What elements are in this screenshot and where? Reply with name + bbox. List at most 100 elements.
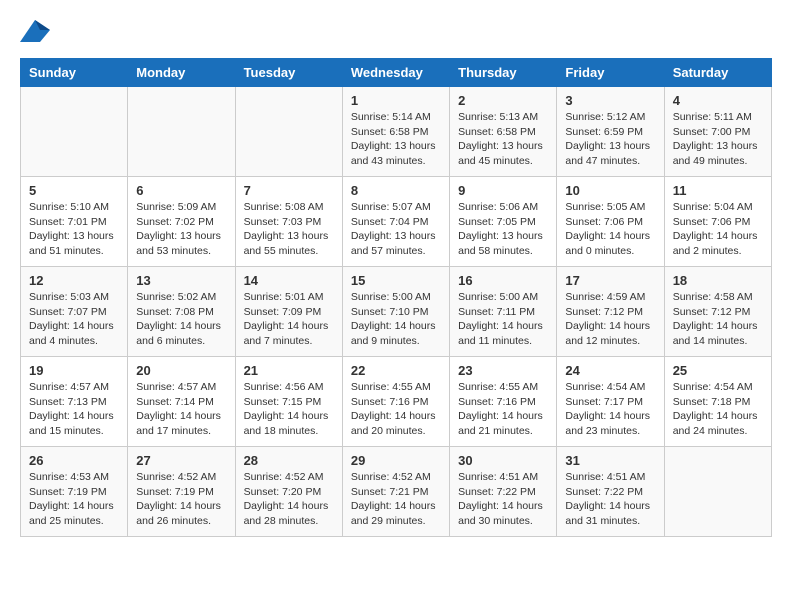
day-info: Sunrise: 5:12 AM Sunset: 6:59 PM Dayligh… [565,110,655,169]
day-info: Sunrise: 4:52 AM Sunset: 7:20 PM Dayligh… [244,470,334,529]
week-row-5: 26 Sunrise: 4:53 AM Sunset: 7:19 PM Dayli… [21,447,772,537]
day-number: 21 [244,363,334,378]
day-info: Sunrise: 5:01 AM Sunset: 7:09 PM Dayligh… [244,290,334,349]
page-header [20,20,772,42]
day-number: 11 [673,183,763,198]
day-number: 20 [136,363,226,378]
day-cell: 21Sunrise: 4:56 AM Sunset: 7:15 PM Dayli… [235,357,342,447]
day-info: Sunrise: 4:53 AM Sunset: 7:19 PM Dayligh… [29,470,119,529]
day-number: 31 [565,453,655,468]
week-row-3: 12 Sunrise: 5:03 AM Sunset: 7:07 PM Dayli… [21,267,772,357]
day-info: Sunrise: 4:54 AM Sunset: 7:18 PM Dayligh… [673,380,763,439]
day-number: 5 [29,183,119,198]
day-cell: 24 Sunrise: 4:54 AM Sunset: 7:17 PM Dayli… [557,357,664,447]
day-cell: 16 Sunrise: 5:00 AM Sunset: 7:11 PM Dayli… [450,267,557,357]
header-row: SundayMondayTuesdayWednesdayThursdayFrid… [21,59,772,87]
day-info: Sunrise: 5:06 AM Sunset: 7:05 PM Dayligh… [458,200,548,259]
day-info: Sunrise: 4:57 AM Sunset: 7:14 PM Dayligh… [136,380,226,439]
day-info: Sunrise: 4:52 AM Sunset: 7:21 PM Dayligh… [351,470,441,529]
day-cell: 15 Sunrise: 5:00 AM Sunset: 7:10 PM Dayli… [342,267,449,357]
day-number: 8 [351,183,441,198]
day-number: 19 [29,363,119,378]
day-cell: 20 Sunrise: 4:57 AM Sunset: 7:14 PM Dayli… [128,357,235,447]
day-number: 1 [351,93,441,108]
day-info: Sunrise: 4:58 AM Sunset: 7:12 PM Dayligh… [673,290,763,349]
day-number: 4 [673,93,763,108]
day-info: Sunrise: 4:54 AM Sunset: 7:17 PM Dayligh… [565,380,655,439]
day-info: Sunrise: 5:02 AM Sunset: 7:08 PM Dayligh… [136,290,226,349]
day-number: 24 [565,363,655,378]
day-number: 29 [351,453,441,468]
day-info: Sunrise: 5:11 AM Sunset: 7:00 PM Dayligh… [673,110,763,169]
calendar-table: SundayMondayTuesdayWednesdayThursdayFrid… [20,58,772,537]
day-number: 18 [673,273,763,288]
day-number: 16 [458,273,548,288]
day-info: Sunrise: 4:55 AM Sunset: 7:16 PM Dayligh… [458,380,548,439]
day-number: 3 [565,93,655,108]
day-cell: 30 Sunrise: 4:51 AM Sunset: 7:22 PM Dayli… [450,447,557,537]
day-cell [21,87,128,177]
day-number: 17 [565,273,655,288]
day-cell [664,447,771,537]
day-info: Sunrise: 5:14 AM Sunset: 6:58 PM Dayligh… [351,110,441,169]
col-header-saturday: Saturday [664,59,771,87]
day-number: 7 [244,183,334,198]
col-header-tuesday: Tuesday [235,59,342,87]
col-header-friday: Friday [557,59,664,87]
day-info: Sunrise: 5:07 AM Sunset: 7:04 PM Dayligh… [351,200,441,259]
day-info: Sunrise: 5:00 AM Sunset: 7:11 PM Dayligh… [458,290,548,349]
logo [20,20,54,42]
day-info: Sunrise: 4:57 AM Sunset: 7:13 PM Dayligh… [29,380,119,439]
day-cell: 3 Sunrise: 5:12 AM Sunset: 6:59 PM Daylig… [557,87,664,177]
day-info: Sunrise: 4:55 AM Sunset: 7:16 PM Dayligh… [351,380,441,439]
day-number: 30 [458,453,548,468]
day-cell: 14 Sunrise: 5:01 AM Sunset: 7:09 PM Dayli… [235,267,342,357]
day-number: 15 [351,273,441,288]
day-cell: 6 Sunrise: 5:09 AM Sunset: 7:02 PM Daylig… [128,177,235,267]
day-cell [128,87,235,177]
day-info: Sunrise: 5:03 AM Sunset: 7:07 PM Dayligh… [29,290,119,349]
day-cell: 23 Sunrise: 4:55 AM Sunset: 7:16 PM Dayli… [450,357,557,447]
day-cell: 19 Sunrise: 4:57 AM Sunset: 7:13 PM Dayli… [21,357,128,447]
day-cell: 28 Sunrise: 4:52 AM Sunset: 7:20 PM Dayli… [235,447,342,537]
col-header-sunday: Sunday [21,59,128,87]
day-cell: 17 Sunrise: 4:59 AM Sunset: 7:12 PM Dayli… [557,267,664,357]
day-number: 28 [244,453,334,468]
week-row-1: 1 Sunrise: 5:14 AM Sunset: 6:58 PM Daylig… [21,87,772,177]
day-cell: 9 Sunrise: 5:06 AM Sunset: 7:05 PM Daylig… [450,177,557,267]
day-cell: 13Sunrise: 5:02 AM Sunset: 7:08 PM Dayli… [128,267,235,357]
day-info: Sunrise: 4:51 AM Sunset: 7:22 PM Dayligh… [565,470,655,529]
day-number: 26 [29,453,119,468]
day-cell: 25Sunrise: 4:54 AM Sunset: 7:18 PM Dayli… [664,357,771,447]
week-row-4: 19 Sunrise: 4:57 AM Sunset: 7:13 PM Dayli… [21,357,772,447]
day-number: 27 [136,453,226,468]
day-number: 10 [565,183,655,198]
day-cell: 10Sunrise: 5:05 AM Sunset: 7:06 PM Dayli… [557,177,664,267]
day-cell: 22 Sunrise: 4:55 AM Sunset: 7:16 PM Dayli… [342,357,449,447]
day-number: 6 [136,183,226,198]
day-info: Sunrise: 5:13 AM Sunset: 6:58 PM Dayligh… [458,110,548,169]
day-cell: 1 Sunrise: 5:14 AM Sunset: 6:58 PM Daylig… [342,87,449,177]
day-info: Sunrise: 4:59 AM Sunset: 7:12 PM Dayligh… [565,290,655,349]
day-number: 2 [458,93,548,108]
day-number: 22 [351,363,441,378]
day-cell: 27Sunrise: 4:52 AM Sunset: 7:19 PM Dayli… [128,447,235,537]
day-info: Sunrise: 5:00 AM Sunset: 7:10 PM Dayligh… [351,290,441,349]
day-cell: 8 Sunrise: 5:07 AM Sunset: 7:04 PM Daylig… [342,177,449,267]
day-number: 14 [244,273,334,288]
week-row-2: 5Sunrise: 5:10 AM Sunset: 7:01 PM Daylig… [21,177,772,267]
day-cell: 26 Sunrise: 4:53 AM Sunset: 7:19 PM Dayli… [21,447,128,537]
day-number: 23 [458,363,548,378]
day-number: 9 [458,183,548,198]
day-cell: 7Sunrise: 5:08 AM Sunset: 7:03 PM Daylig… [235,177,342,267]
day-number: 12 [29,273,119,288]
day-cell: 12 Sunrise: 5:03 AM Sunset: 7:07 PM Dayli… [21,267,128,357]
day-cell: 18 Sunrise: 4:58 AM Sunset: 7:12 PM Dayli… [664,267,771,357]
day-info: Sunrise: 4:51 AM Sunset: 7:22 PM Dayligh… [458,470,548,529]
day-cell: 4 Sunrise: 5:11 AM Sunset: 7:00 PM Daylig… [664,87,771,177]
col-header-wednesday: Wednesday [342,59,449,87]
col-header-thursday: Thursday [450,59,557,87]
day-cell: 29 Sunrise: 4:52 AM Sunset: 7:21 PM Dayli… [342,447,449,537]
day-info: Sunrise: 5:09 AM Sunset: 7:02 PM Dayligh… [136,200,226,259]
day-cell [235,87,342,177]
